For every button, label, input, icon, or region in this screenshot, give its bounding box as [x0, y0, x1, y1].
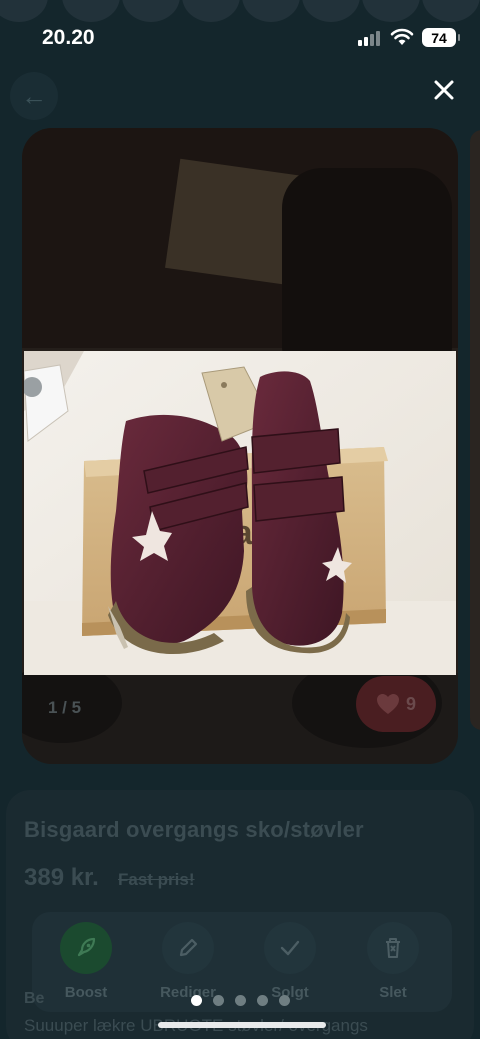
product-photo[interactable]: sgaa	[24, 351, 456, 675]
image-counter: 1 / 5	[48, 698, 82, 717]
battery-indicator: 74	[422, 28, 460, 47]
close-icon	[434, 80, 454, 100]
heart-icon	[376, 694, 399, 714]
listing-price: 389 kr.	[24, 864, 99, 891]
like-count: 9	[405, 693, 416, 714]
page-dot-5[interactable]	[278, 995, 290, 1006]
sold-action[interactable]: Solgt	[240, 922, 340, 1001]
checkmark-icon	[280, 940, 300, 956]
rocket-icon	[77, 937, 96, 957]
page-dot-2[interactable]	[212, 995, 224, 1006]
edit-action[interactable]: Rediger	[138, 922, 238, 1001]
product-photo-image: sgaa	[24, 351, 456, 675]
like-button[interactable]: 9	[356, 676, 436, 732]
back-arrow-icon: ←	[21, 80, 47, 111]
status-time: 20.20	[42, 26, 95, 49]
next-image-peek	[470, 130, 480, 730]
boost-action[interactable]: Boost	[36, 922, 136, 1001]
trash-icon	[386, 938, 400, 958]
back-button[interactable]: ←	[10, 72, 58, 120]
close-viewer-button[interactable]	[426, 72, 462, 108]
wifi-icon	[390, 28, 414, 45]
status-bar: 20.20 74	[0, 0, 480, 60]
cellular-signal-icon	[358, 30, 384, 46]
home-indicator[interactable]	[158, 1022, 326, 1028]
price-note: Fast pris!	[118, 870, 195, 889]
page-dot-3[interactable]	[234, 995, 246, 1006]
page-dot-1[interactable]	[190, 995, 202, 1006]
page-dot-4[interactable]	[256, 995, 268, 1006]
listing-title: Bisgaard overgangs sko/støvler	[24, 817, 364, 842]
pencil-icon	[179, 938, 198, 957]
photo-pagination	[0, 995, 480, 1007]
delete-action[interactable]: Slet	[343, 922, 443, 1001]
